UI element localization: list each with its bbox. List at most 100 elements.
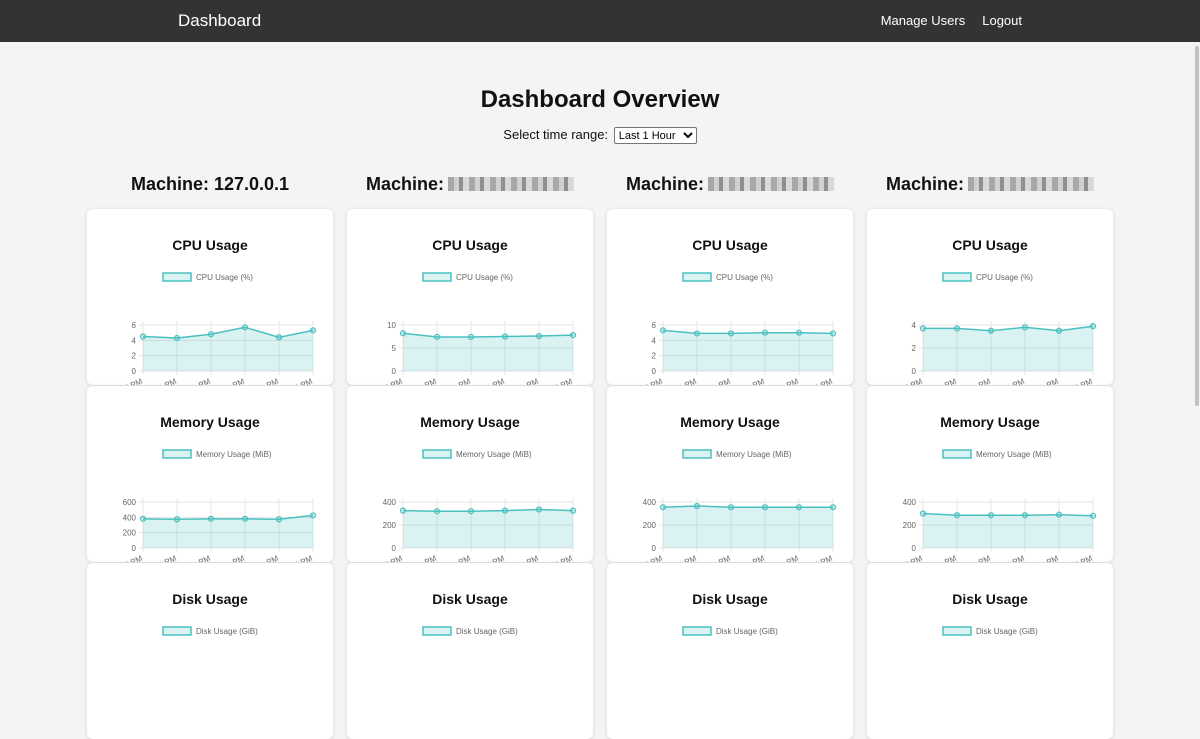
legend-label: Disk Usage (GiB) bbox=[196, 627, 258, 636]
data-point bbox=[1021, 324, 1029, 331]
data-point bbox=[659, 327, 667, 334]
y-tick-label: 5 bbox=[392, 344, 397, 353]
chart-legend: Disk Usage (GiB) bbox=[682, 626, 778, 636]
machine-column: Machine:CPU UsageCPU Usage (%)02464:10:0… bbox=[607, 172, 853, 739]
x-tick-label: 4:10:02 PM bbox=[623, 554, 664, 562]
series-line bbox=[922, 512, 1094, 517]
legend-label: CPU Usage (%) bbox=[716, 273, 773, 282]
x-tick-label: 4:10:02 PM bbox=[883, 554, 924, 562]
chart-card: CPU UsageCPU Usage (%)02464:10:02 PM4:20… bbox=[87, 209, 333, 385]
page-title: Dashboard Overview bbox=[480, 86, 720, 113]
series-area bbox=[663, 330, 833, 371]
legend-label: Memory Usage (MiB) bbox=[196, 450, 272, 459]
machine-title-text: Machine: bbox=[365, 173, 444, 194]
legend-label: Disk Usage (GiB) bbox=[976, 627, 1038, 636]
machine-column: Machine:CPU UsageCPU Usage (%)0244:10:02… bbox=[867, 172, 1113, 739]
y-tick-label: 200 bbox=[903, 521, 917, 530]
y-tick-label: 600 bbox=[123, 498, 137, 507]
chart-card: Memory UsageMemory Usage (MiB)02004004:1… bbox=[347, 386, 593, 562]
y-tick-label: 2 bbox=[132, 352, 137, 361]
chart-card: Disk Usage Disk Usage (GiB) bbox=[867, 563, 1113, 739]
data-point bbox=[987, 327, 995, 334]
y-tick-label: 400 bbox=[643, 498, 657, 507]
data-point bbox=[535, 332, 543, 340]
chart-card: Disk Usage Disk Usage (GiB) bbox=[607, 563, 853, 739]
data-point bbox=[919, 510, 927, 517]
machine-title-text: Machine: bbox=[885, 173, 964, 194]
x-tick-label: 4:10:02 PM bbox=[883, 377, 924, 385]
legend-swatch bbox=[942, 272, 972, 282]
data-point bbox=[173, 516, 181, 523]
x-tick-label: 4:10:02 PM bbox=[363, 554, 404, 562]
series-area bbox=[663, 506, 833, 548]
data-point bbox=[987, 512, 995, 519]
logout-link[interactable]: Logout bbox=[982, 13, 1022, 28]
legend-swatch bbox=[162, 272, 192, 282]
navbar-brand[interactable]: Dashboard bbox=[178, 11, 261, 31]
machine-title: Machine: bbox=[607, 172, 853, 196]
data-point bbox=[433, 508, 441, 515]
chart-legend: CPU Usage (%) bbox=[682, 272, 773, 282]
x-tick-label: 4:10:02 PM bbox=[103, 377, 144, 385]
machine-title: Machine: 127.0.0.1 bbox=[87, 172, 333, 196]
data-point bbox=[795, 329, 803, 336]
data-point bbox=[1055, 511, 1063, 518]
series-area bbox=[923, 513, 1093, 548]
y-tick-label: 0 bbox=[652, 544, 657, 553]
chart-svg: CPU Usage (%)05104:10:02 PM4:20:01 PM4:3… bbox=[363, 272, 577, 385]
data-point bbox=[795, 504, 803, 511]
legend-label: CPU Usage (%) bbox=[976, 273, 1033, 282]
data-point bbox=[727, 330, 735, 337]
chart-card: Memory UsageMemory Usage (MiB)02004004:1… bbox=[867, 386, 1113, 562]
chart-legend: Memory Usage (MiB) bbox=[942, 449, 1052, 459]
scrollbar-thumb[interactable] bbox=[1195, 46, 1199, 406]
legend-label: Disk Usage (GiB) bbox=[456, 627, 518, 636]
chart-legend: Disk Usage (GiB) bbox=[422, 626, 518, 636]
data-point bbox=[241, 515, 249, 522]
machine-title-text: Machine: 127.0.0.1 bbox=[130, 173, 290, 194]
chart-legend: Memory Usage (MiB) bbox=[162, 449, 272, 459]
page-scrollbar[interactable] bbox=[1194, 42, 1200, 634]
series-area bbox=[403, 333, 573, 371]
data-point bbox=[953, 325, 961, 332]
series-line bbox=[662, 329, 834, 335]
y-tick-label: 0 bbox=[912, 367, 917, 376]
series-line bbox=[662, 505, 833, 508]
data-point bbox=[241, 324, 249, 331]
data-point bbox=[829, 504, 837, 511]
data-point bbox=[501, 507, 509, 514]
data-point bbox=[727, 504, 735, 511]
time-range-select[interactable]: Last 1 Hour bbox=[613, 127, 697, 145]
y-tick-label: 0 bbox=[912, 544, 917, 553]
y-tick-label: 0 bbox=[392, 544, 397, 553]
data-point bbox=[139, 333, 147, 340]
legend-swatch bbox=[422, 272, 452, 282]
manage-users-link[interactable]: Manage Users bbox=[881, 13, 966, 28]
data-point bbox=[659, 504, 667, 511]
chart-card: Disk Usage Disk Usage (GiB) bbox=[347, 563, 593, 739]
data-point bbox=[139, 515, 147, 522]
series-area bbox=[923, 326, 1093, 371]
machine-column: Machine: 127.0.0.1 CPU Usage CPU Usage (%)… bbox=[87, 172, 333, 739]
data-point bbox=[399, 507, 407, 514]
y-tick-label: 2 bbox=[912, 344, 917, 353]
time-range-label: Select time range: bbox=[503, 127, 609, 142]
y-tick-label: 400 bbox=[123, 513, 137, 522]
data-point bbox=[1089, 323, 1097, 330]
data-point bbox=[761, 504, 769, 511]
x-tick-label: 4:10:02 PM bbox=[623, 377, 664, 385]
chart-svg: CPU Usage (%)02464:10:02 PM4:20:01 PM4:3… bbox=[103, 272, 317, 385]
chart-svg: Memory Usage (MiB)02004004:10:02 PM4:20:… bbox=[623, 449, 837, 562]
navbar-links: Manage Users Logout bbox=[881, 13, 1022, 28]
data-point bbox=[693, 502, 701, 510]
chart-card: Memory UsageMemory Usage (MiB)02004004:1… bbox=[607, 386, 853, 562]
data-point bbox=[693, 330, 701, 337]
y-tick-label: 200 bbox=[643, 521, 657, 530]
y-tick-label: 400 bbox=[903, 498, 917, 507]
series-area bbox=[403, 509, 573, 548]
data-point bbox=[761, 329, 769, 336]
chart-card: CPU UsageCPU Usage (%)05104:10:02 PM4:20… bbox=[347, 209, 593, 385]
chart-svg: Disk Usage (GiB) bbox=[682, 626, 778, 636]
data-point bbox=[207, 331, 215, 338]
chart-legend: CPU Usage (%) bbox=[162, 272, 253, 282]
